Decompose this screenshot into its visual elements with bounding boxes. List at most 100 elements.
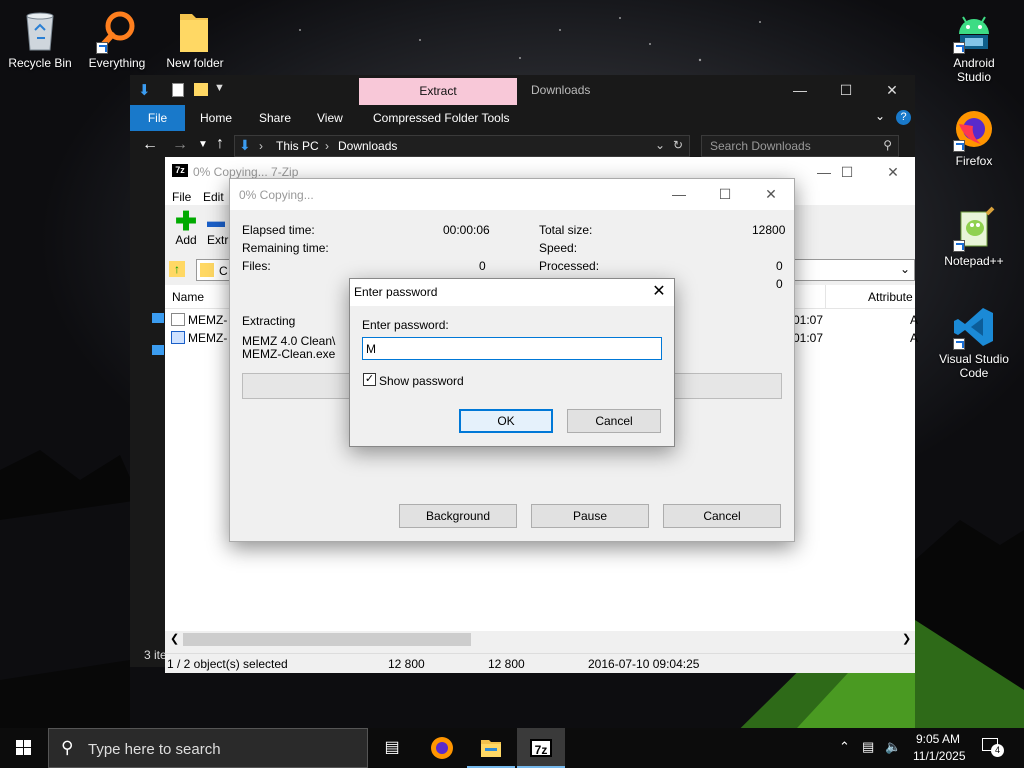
notepad-plus-plus-icon (951, 206, 997, 252)
password-input[interactable] (362, 337, 662, 360)
explorer-search-input[interactable]: Search Downloads ⚲ (701, 135, 899, 157)
clock-time[interactable]: 9:05 AM (916, 732, 960, 746)
action-label: Extracting (242, 314, 296, 328)
recent-locations-icon[interactable]: ▼ (198, 139, 208, 150)
pause-button[interactable]: Pause (531, 504, 649, 528)
extract-context-tab[interactable]: Extract (359, 78, 517, 105)
visual-studio-code-shortcut[interactable]: Visual Studio Code (934, 304, 1014, 380)
ribbon-expand-icon[interactable]: ⌄ (875, 109, 885, 123)
row-name: MEMZ- (188, 331, 228, 345)
ribbon-compressed-tools-tab[interactable]: Compressed Folder Tools (373, 111, 510, 125)
ribbon-share-tab[interactable]: Share (259, 111, 291, 125)
notepad-plus-plus-shortcut[interactable]: Notepad++ (934, 206, 1014, 268)
firefox-shortcut[interactable]: Firefox (934, 106, 1014, 168)
path-dropdown-icon[interactable]: ⌄ (900, 262, 910, 276)
explorer-minimize-button[interactable]: — (777, 75, 823, 105)
android-studio-shortcut[interactable]: Android Studio (934, 8, 1014, 84)
add-button[interactable]: ✚ Add (169, 206, 203, 253)
customize-qa-icon[interactable]: ▼ (214, 82, 225, 94)
password-titlebar[interactable]: Enter password ✕ (350, 279, 674, 306)
password-field-label: Enter password: (362, 318, 449, 332)
breadcrumb-downloads[interactable]: Downloads (338, 139, 397, 153)
new-folder[interactable]: New folder (155, 8, 235, 70)
scroll-thumb[interactable] (183, 633, 471, 646)
up-icon[interactable]: ↑ (216, 135, 224, 153)
recycle-bin[interactable]: Recycle Bin (0, 8, 80, 70)
password-dialog-title: Enter password (354, 285, 438, 299)
show-hidden-icons[interactable]: ⌃ (839, 739, 850, 755)
ribbon-file-tab[interactable]: File (130, 105, 185, 131)
row-attr: A (910, 331, 919, 345)
processed-value: 0 (776, 259, 783, 273)
add-plus-icon: ✚ (175, 206, 197, 236)
explorer-maximize-button[interactable]: ☐ (823, 75, 869, 105)
notification-count-badge: 4 (991, 744, 1004, 757)
properties-icon[interactable] (172, 83, 184, 97)
show-password-checkbox[interactable]: ✓ (363, 373, 376, 386)
taskbar-file-explorer[interactable] (467, 728, 515, 768)
progress-close-button[interactable]: ✕ (748, 179, 794, 209)
taskbar-search-placeholder: Type here to search (88, 741, 221, 758)
parent-folder-icon[interactable]: ↑ (169, 261, 185, 277)
start-button[interactable] (0, 728, 48, 768)
row-time: 01:07 (793, 331, 824, 345)
network-icon[interactable]: ▤ (862, 739, 874, 755)
show-password-label[interactable]: Show password (379, 374, 464, 388)
sevenzip-taskbar-icon: 7z (530, 739, 552, 757)
clock-date[interactable]: 11/1/2025 (913, 749, 966, 763)
password-close-button[interactable]: ✕ (646, 281, 672, 303)
background-button[interactable]: Background (399, 504, 517, 528)
explorer-ribbon: File Home Share View Compressed Folder T… (130, 105, 915, 131)
cancel-copy-button[interactable]: Cancel (663, 504, 781, 528)
column-name-header[interactable]: Name (172, 290, 204, 304)
scroll-left-icon[interactable]: ❮ (170, 632, 179, 645)
status-selected: 1 / 2 object(s) selected (167, 657, 288, 671)
scroll-right-icon[interactable]: ❯ (902, 632, 911, 645)
explorer-close-button[interactable]: ✕ (869, 75, 915, 105)
extract-button[interactable]: ▬ Extr (207, 209, 231, 253)
windows-logo-icon (16, 740, 31, 755)
ribbon-view-tab[interactable]: View (317, 111, 343, 125)
add-label: Add (175, 233, 197, 247)
sevenzip-maximize-button[interactable]: ☐ (824, 157, 870, 187)
volume-muted-icon[interactable]: 🔈 (885, 739, 901, 755)
refresh-icon[interactable]: ↻ (673, 138, 683, 152)
horizontal-scrollbar[interactable]: ❮ ❯ (165, 631, 915, 648)
task-view-button[interactable]: ▤ (368, 728, 416, 768)
password-ok-button[interactable]: OK (459, 409, 553, 433)
address-bar[interactable]: ⬇ › This PC › Downloads ⌄ ↻ (234, 135, 690, 157)
back-icon[interactable]: ← (142, 136, 158, 154)
recycle-bin-icon (17, 8, 63, 54)
breadcrumb-this-pc[interactable]: This PC (276, 139, 319, 153)
shortcut-arrow-icon (953, 140, 965, 152)
column-attributes-header[interactable]: Attribute (868, 290, 913, 304)
explorer-titlebar[interactable]: ⬇ ▼ Extract Downloads — ☐ ✕ (130, 75, 915, 105)
ribbon-home-tab[interactable]: Home (200, 111, 232, 125)
everything-label: Everything (88, 56, 146, 70)
forward-icon[interactable]: → (172, 136, 188, 154)
action-center-button[interactable]: 4 (982, 738, 1004, 757)
progress-titlebar[interactable]: 0% Copying... — ☐ ✕ (230, 179, 794, 210)
help-icon[interactable]: ? (896, 110, 911, 125)
sevenzip-close-button[interactable]: ✕ (870, 157, 916, 187)
nav-network-icon (152, 345, 164, 355)
everything-shortcut[interactable]: Everything (77, 8, 157, 70)
menu-file[interactable]: File (172, 190, 191, 204)
taskbar-firefox[interactable] (418, 728, 466, 768)
password-cancel-button[interactable]: Cancel (567, 409, 661, 433)
shortcut-arrow-icon (96, 42, 108, 54)
firefox-label: Firefox (955, 154, 993, 168)
file-path-line1: MEMZ 4.0 Clean\ (242, 334, 336, 348)
progress-minimize-button[interactable]: — (656, 179, 702, 209)
quick-access-down-icon[interactable]: ⬇ (138, 81, 151, 99)
new-folder-qa-icon[interactable] (194, 83, 208, 96)
menu-edit[interactable]: Edit (203, 190, 224, 204)
firefox-icon (431, 737, 453, 759)
shortcut-arrow-icon (953, 338, 965, 350)
enter-password-dialog[interactable]: Enter password ✕ Enter password: ✓ Show … (349, 278, 675, 447)
taskbar-7zip[interactable]: 7z (517, 728, 565, 768)
address-dropdown-icon[interactable]: ⌄ (655, 138, 665, 152)
progress-maximize-button[interactable]: ☐ (702, 179, 748, 209)
taskbar-search-box[interactable]: ⚲ Type here to search (48, 728, 368, 768)
everything-icon (94, 8, 140, 54)
